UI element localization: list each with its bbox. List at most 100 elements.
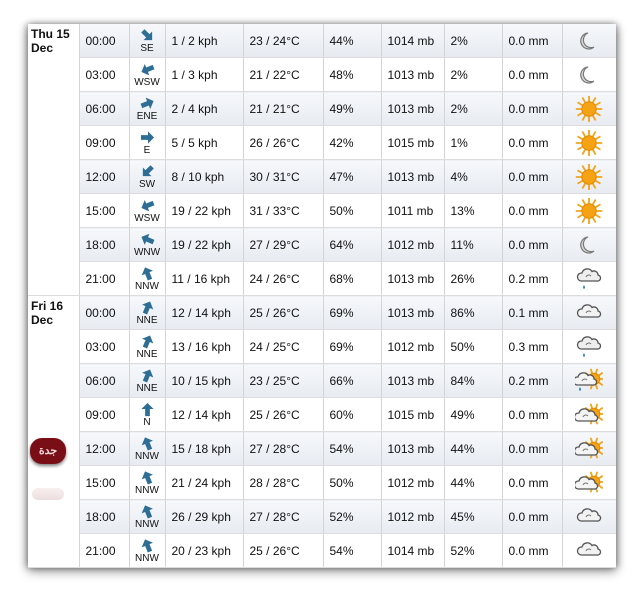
forecast-panel: Thu 15 Dec 00:00 SE 1 / 2 kph 23 / 24°C 44% 101… xyxy=(28,24,616,568)
wind-direction-cell: NNE xyxy=(129,295,166,330)
pressure-cell: 1013 mb xyxy=(381,91,445,126)
wind-arrow-icon xyxy=(141,334,153,348)
sun-icon xyxy=(575,129,603,156)
forecast-row: 06:00 NNE 10 / 15 kph 23 / 25°C 66% 1013 mb 84… xyxy=(28,363,616,398)
weather-icon-cell xyxy=(562,125,616,160)
wind-arrow-icon xyxy=(141,504,153,518)
wind-speed-cell: 1 / 3 kph xyxy=(165,57,244,92)
wind-direction-label: WSW xyxy=(134,76,160,88)
precipitation-cell: 0.1 mm xyxy=(502,295,563,330)
temperature-cell: 27 / 29°C xyxy=(243,227,324,262)
wind-direction-label: NNW xyxy=(135,450,159,462)
humidity-cell: 69% xyxy=(323,295,382,330)
time-cell: 09:00 xyxy=(79,397,130,432)
wind-arrow-icon xyxy=(140,233,154,245)
weather-icon-cell xyxy=(562,499,616,534)
humidity-cell: 47% xyxy=(323,159,382,194)
cloud-rain-icon xyxy=(577,267,602,289)
pressure-cell: 1014 mb xyxy=(381,24,445,58)
weather-icon-cell xyxy=(562,193,616,228)
wind-direction-cell: NNE xyxy=(129,363,166,398)
wind-direction-label: WSW xyxy=(134,212,160,224)
cloud-icon xyxy=(577,541,602,556)
wind-arrow-icon xyxy=(140,199,154,211)
wind-arrow-icon xyxy=(140,402,154,416)
cloud-cover-cell: 44% xyxy=(444,431,503,466)
wind-direction-cell: NNE xyxy=(129,329,166,364)
wind-arrow-icon xyxy=(141,266,153,280)
cloud-icon xyxy=(577,303,602,318)
precipitation-cell: 0.0 mm xyxy=(502,533,563,568)
month-label: Dec xyxy=(31,313,54,327)
weather-icon-cell xyxy=(562,533,616,568)
sun-cloud-icon xyxy=(575,437,604,458)
forecast-row: 03:00 WSW 1 / 3 kph 21 / 22°C 48% 1013 mb 2% 0.… xyxy=(28,57,616,92)
wind-speed-cell: 19 / 22 kph xyxy=(165,193,244,228)
pressure-cell: 1015 mb xyxy=(381,397,445,432)
wind-speed-cell: 1 / 2 kph xyxy=(165,24,244,58)
wind-speed-cell: 8 / 10 kph xyxy=(165,159,244,194)
sun-icon xyxy=(575,197,603,224)
temperature-cell: 25 / 26°C xyxy=(243,397,324,432)
cloud-cover-cell: 13% xyxy=(444,193,503,228)
weather-icon-cell xyxy=(562,397,616,432)
wind-speed-cell: 12 / 14 kph xyxy=(165,397,244,432)
cloud-cover-cell: 49% xyxy=(444,397,503,432)
wind-direction-label: NNW xyxy=(135,518,159,530)
forecast-row: 09:00 N 12 / 14 kph 25 / 26°C 60% 1015 mb 49% 0… xyxy=(28,397,616,432)
precipitation-cell: 0.0 mm xyxy=(502,193,563,228)
cloud-cover-cell: 4% xyxy=(444,159,503,194)
forecast-row: 15:00 WSW 19 / 22 kph 31 / 33°C 50% 1011 mb 13… xyxy=(28,193,616,228)
wind-speed-cell: 10 / 15 kph xyxy=(165,363,244,398)
time-cell: 21:00 xyxy=(79,533,130,568)
forecast-row: 12:00 SW 8 / 10 kph 30 / 31°C 47% 1013 mb 4% 0.… xyxy=(28,159,616,194)
wind-direction-label: SW xyxy=(138,178,156,190)
temperature-cell: 24 / 26°C xyxy=(243,261,324,296)
cloud-cover-cell: 2% xyxy=(444,24,503,58)
cloud-rain-icon xyxy=(577,335,602,357)
time-cell: 00:00 xyxy=(79,24,130,58)
sun-icon xyxy=(575,163,603,190)
day-label: Fri 16 xyxy=(31,299,64,313)
forecast-row: 21:00 NNW 20 / 23 kph 25 / 26°C 54% 1014 mb 52… xyxy=(28,533,616,568)
wind-direction-label: NNE xyxy=(136,382,158,394)
wind-direction-label: NNW xyxy=(135,484,159,496)
wind-direction-cell: NNW xyxy=(129,261,166,296)
precipitation-cell: 0.0 mm xyxy=(502,57,563,92)
pressure-cell: 1012 mb xyxy=(381,499,445,534)
wind-arrow-icon xyxy=(141,300,153,314)
forecast-row: 18:00 WNW 19 / 22 kph 27 / 29°C 64% 1012 mb 11… xyxy=(28,227,616,262)
temperature-cell: 27 / 28°C xyxy=(243,499,324,534)
wind-speed-cell: 13 / 16 kph xyxy=(165,329,244,364)
cloud-cover-cell: 52% xyxy=(444,533,503,568)
cloud-cover-cell: 50% xyxy=(444,329,503,364)
forecast-row: 21:00 NNW 11 / 16 kph 24 / 26°C 68% 1013 mb 26… xyxy=(28,261,616,296)
humidity-cell: 50% xyxy=(323,193,382,228)
temperature-cell: 28 / 28°C xyxy=(243,465,324,500)
humidity-cell: 44% xyxy=(323,24,382,58)
temperature-cell: 25 / 26°C xyxy=(243,295,324,330)
badge-reflection xyxy=(32,488,64,500)
temperature-cell: 27 / 28°C xyxy=(243,431,324,466)
wind-direction-cell: NNW xyxy=(129,533,166,568)
wind-speed-cell: 15 / 18 kph xyxy=(165,431,244,466)
wind-arrow-icon xyxy=(141,368,153,382)
cloud-cover-cell: 1% xyxy=(444,125,503,160)
wind-speed-cell: 2 / 4 kph xyxy=(165,91,244,126)
cloud-icon xyxy=(577,507,602,522)
temperature-cell: 23 / 25°C xyxy=(243,363,324,398)
sun-cloud-icon xyxy=(575,471,604,492)
precipitation-cell: 0.0 mm xyxy=(502,91,563,126)
temperature-cell: 31 / 33°C xyxy=(243,193,324,228)
humidity-cell: 54% xyxy=(323,533,382,568)
weather-icon-cell xyxy=(562,363,616,398)
cloud-cover-cell: 44% xyxy=(444,465,503,500)
weather-icon-cell xyxy=(562,227,616,262)
wind-arrow-icon xyxy=(141,436,153,450)
wind-arrow-icon xyxy=(141,470,153,484)
city-badge[interactable]: جدة xyxy=(30,438,66,464)
wind-speed-cell: 21 / 24 kph xyxy=(165,465,244,500)
wind-speed-cell: 20 / 23 kph xyxy=(165,533,244,568)
pressure-cell: 1012 mb xyxy=(381,465,445,500)
time-cell: 06:00 xyxy=(79,91,130,126)
